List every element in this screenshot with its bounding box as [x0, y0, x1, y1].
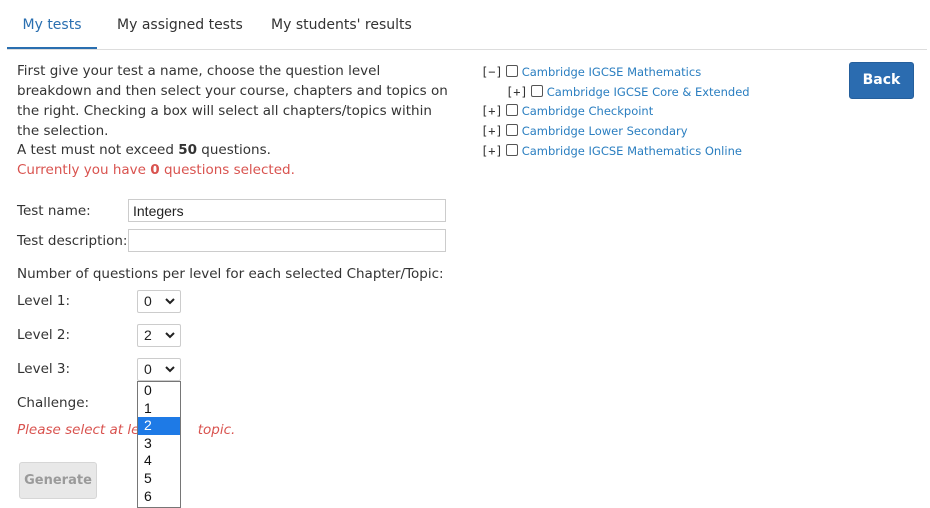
level-1-value: 0: [144, 293, 152, 309]
tab-my-students-results[interactable]: My students' results: [271, 0, 412, 50]
dropdown-option[interactable]: 5: [138, 470, 180, 488]
dropdown-option[interactable]: 0: [138, 382, 180, 400]
course-checkbox[interactable]: [505, 124, 518, 136]
collapse-toggle[interactable]: [−]: [481, 65, 503, 79]
course-link[interactable]: Cambridge IGCSE Core & Extended: [547, 85, 750, 99]
level-1-select[interactable]: 0: [137, 290, 181, 313]
course-tree-item: [+] Cambridge Checkpoint: [481, 102, 653, 120]
course-link[interactable]: Cambridge Lower Secondary: [522, 124, 688, 138]
current-prefix: Currently you have: [17, 162, 151, 178]
dropdown-option[interactable]: 2: [138, 417, 180, 435]
level-3-label: Level 3:: [17, 361, 71, 377]
error-text-left: Please select at lea: [17, 422, 148, 438]
question-limit-text: A test must not exceed 50 questions.: [17, 140, 271, 160]
expand-toggle[interactable]: [+]: [481, 144, 503, 158]
limit-count: 50: [178, 142, 197, 158]
expand-toggle[interactable]: [+]: [506, 85, 528, 99]
error-text-right: topic.: [197, 422, 236, 438]
course-link[interactable]: Cambridge Checkpoint: [522, 104, 654, 118]
current-suffix: questions selected.: [159, 162, 295, 178]
limit-suffix: questions.: [196, 142, 271, 158]
test-name-label: Test name:: [17, 203, 91, 219]
level-3-select[interactable]: 0: [137, 358, 181, 381]
challenge-label: Challenge:: [17, 395, 90, 411]
dropdown-option[interactable]: 4: [138, 452, 180, 470]
back-button[interactable]: Back: [849, 62, 914, 99]
tab-my-tests[interactable]: My tests: [7, 0, 97, 49]
limit-prefix: A test must not exceed: [17, 142, 179, 158]
course-tree-item: [+] Cambridge IGCSE Mathematics Online: [481, 142, 742, 160]
expand-toggle[interactable]: [+]: [481, 124, 503, 138]
course-checkbox[interactable]: [505, 65, 518, 77]
tab-my-assigned-tests[interactable]: My assigned tests: [117, 0, 243, 50]
chevron-down-icon: [165, 366, 175, 373]
instructions-text: First give your test a name, choose the …: [17, 63, 448, 139]
level-3-value: 0: [144, 361, 152, 377]
error-message: Please select at lea topic.: [17, 420, 235, 440]
course-link[interactable]: Cambridge IGCSE Mathematics Online: [522, 144, 742, 158]
tab-bar: My tests My assigned tests My students' …: [7, 0, 927, 50]
dropdown-option[interactable]: 1: [138, 400, 180, 418]
test-name-input[interactable]: [128, 199, 446, 222]
course-tree-item: [+] Cambridge Lower Secondary: [481, 122, 688, 140]
level-1-label: Level 1:: [17, 293, 71, 309]
test-description-input[interactable]: [128, 229, 446, 252]
expand-toggle[interactable]: [+]: [481, 104, 503, 118]
course-link[interactable]: Cambridge IGCSE Mathematics: [522, 65, 702, 79]
course-checkbox[interactable]: [505, 144, 518, 156]
per-level-label: Number of questions per level for each s…: [17, 266, 444, 282]
generate-button[interactable]: Generate: [19, 462, 97, 499]
course-tree-item: [−] Cambridge IGCSE Mathematics: [481, 63, 701, 81]
chevron-down-icon: [165, 332, 175, 339]
test-description-label: Test description:: [17, 233, 128, 249]
level-2-select[interactable]: 2: [137, 324, 181, 347]
current-selection-text: Currently you have 0 questions selected.: [17, 160, 295, 180]
course-checkbox[interactable]: [505, 104, 518, 116]
level-2-label: Level 2:: [17, 327, 71, 343]
chevron-down-icon: [165, 298, 175, 305]
current-count: 0: [150, 162, 160, 178]
course-checkbox[interactable]: [530, 85, 543, 97]
level-3-dropdown-list[interactable]: 0123456: [137, 381, 181, 508]
course-tree-item: [+] Cambridge IGCSE Core & Extended: [506, 83, 750, 101]
dropdown-option[interactable]: 3: [138, 435, 180, 453]
dropdown-option[interactable]: 6: [138, 488, 180, 506]
level-2-value: 2: [144, 327, 152, 343]
